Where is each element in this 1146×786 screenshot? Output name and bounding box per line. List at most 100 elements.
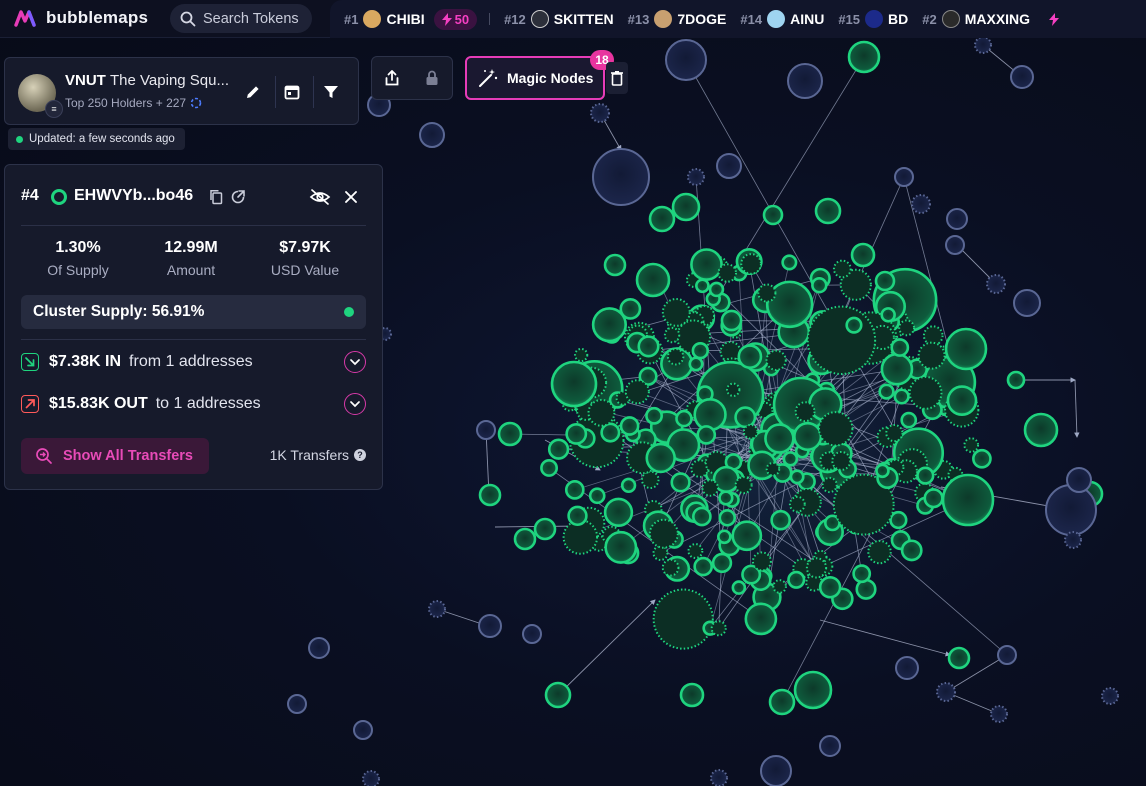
logo[interactable]: bubblemaps <box>14 8 148 28</box>
holder-bubble[interactable] <box>565 422 588 445</box>
holder-bubble[interactable] <box>620 477 637 494</box>
chevron-down-icon[interactable] <box>344 351 366 373</box>
holder-bubble[interactable] <box>742 423 759 440</box>
inactive-holder-bubble[interactable] <box>895 656 919 680</box>
holder-bubble[interactable] <box>922 325 944 346</box>
holder-bubble[interactable] <box>946 385 978 417</box>
edit-button[interactable] <box>235 74 271 110</box>
inactive-holder-bubble[interactable] <box>419 122 445 148</box>
holder-bubble[interactable] <box>781 254 798 271</box>
holder-bubble[interactable] <box>845 316 863 334</box>
ticker-item-maxxing[interactable]: #2 MAXXING <box>922 10 1060 28</box>
holder-bubble[interactable] <box>540 459 559 477</box>
holder-bubble[interactable] <box>900 539 923 562</box>
holder-bubble[interactable] <box>717 263 737 283</box>
holder-bubble[interactable] <box>832 259 852 279</box>
inactive-holder-bubble[interactable] <box>894 167 914 187</box>
holder-bubble[interactable] <box>764 423 795 454</box>
holder-bubble[interactable] <box>972 448 992 469</box>
inactive-holder-bubble[interactable] <box>1010 65 1034 89</box>
holder-bubble[interactable] <box>831 450 852 471</box>
holder-bubble[interactable] <box>696 425 717 445</box>
search-tokens-input[interactable]: Search Tokens <box>170 4 312 33</box>
inactive-holder-bubble[interactable] <box>1064 531 1082 549</box>
holder-bubble[interactable] <box>947 646 971 670</box>
lock-icon[interactable] <box>423 69 441 87</box>
holder-bubble[interactable] <box>720 309 743 332</box>
ticker-item-chibi[interactable]: #1 CHIBI 50 <box>344 8 478 30</box>
inactive-holder-bubble[interactable] <box>911 194 931 214</box>
holder-bubble[interactable] <box>675 409 693 428</box>
holder-bubble[interactable] <box>898 319 916 337</box>
inactive-holder-bubble[interactable] <box>760 755 792 786</box>
filter-button[interactable] <box>313 74 349 110</box>
inactive-holder-bubble[interactable] <box>716 153 742 179</box>
ticker-item-7doge[interactable]: #13 7DOGE <box>628 10 726 28</box>
holder-bubble[interactable] <box>893 388 910 405</box>
inactive-holder-bubble[interactable] <box>287 694 307 714</box>
holder-bubble[interactable] <box>663 326 681 344</box>
holder-bubble[interactable] <box>591 307 628 343</box>
holder-bubble[interactable] <box>666 347 685 366</box>
inactive-holder-bubble[interactable] <box>997 645 1017 665</box>
inactive-holder-bubble[interactable] <box>787 63 823 99</box>
chevron-down-icon[interactable] <box>344 393 366 415</box>
holder-bubble[interactable] <box>889 510 908 530</box>
holder-bubble[interactable] <box>661 558 680 577</box>
holder-bubble[interactable] <box>847 40 881 74</box>
holder-bubble[interactable] <box>693 556 714 577</box>
holder-bubble[interactable] <box>782 451 799 467</box>
holder-bubble[interactable] <box>880 307 896 323</box>
inactive-holder-bubble[interactable] <box>819 735 841 757</box>
holder-bubble[interactable] <box>648 205 676 233</box>
holder-bubble[interactable] <box>770 509 792 531</box>
holder-bubble[interactable] <box>890 338 910 357</box>
holder-bubble[interactable] <box>793 670 833 710</box>
inactive-holder-bubble[interactable] <box>936 682 956 702</box>
holder-bubble[interactable] <box>670 472 691 493</box>
copy-address-button[interactable] <box>206 187 226 207</box>
holder-bubble[interactable] <box>708 281 725 298</box>
holder-bubble[interactable] <box>867 539 892 565</box>
holder-bubble[interactable] <box>478 483 502 507</box>
holder-bubble[interactable] <box>624 379 650 405</box>
holder-bubble[interactable] <box>744 602 778 636</box>
inactive-holder-bubble[interactable] <box>986 274 1006 294</box>
holder-bubble[interactable] <box>806 305 877 375</box>
holder-bubble[interactable] <box>564 480 585 500</box>
ticker-item-bd[interactable]: #15 BD <box>838 10 908 28</box>
holder-bubble[interactable] <box>652 588 714 650</box>
hide-wallet-button[interactable] <box>308 187 332 207</box>
holder-bubble[interactable] <box>731 520 763 552</box>
inactive-holder-bubble[interactable] <box>665 39 707 81</box>
holder-bubble[interactable] <box>789 469 805 485</box>
holder-bubble[interactable] <box>645 406 663 425</box>
inactive-holder-bubble[interactable] <box>478 614 502 638</box>
holder-bubble[interactable] <box>645 442 676 474</box>
holder-bubble[interactable] <box>690 248 723 281</box>
holder-bubble[interactable] <box>944 327 988 371</box>
holder-bubble[interactable] <box>619 416 640 436</box>
inactive-holder-bubble[interactable] <box>476 420 496 440</box>
inactive-holder-bubble[interactable] <box>945 235 965 255</box>
open-explorer-button[interactable] <box>228 187 248 207</box>
holder-bubble[interactable] <box>817 411 854 447</box>
holder-bubble[interactable] <box>710 620 727 637</box>
inactive-holder-bubble[interactable] <box>974 36 992 54</box>
holder-bubble[interactable] <box>588 487 606 505</box>
holder-bubble[interactable] <box>768 688 796 716</box>
holder-bubble[interactable] <box>874 270 896 292</box>
holder-bubble[interactable] <box>661 297 691 327</box>
inactive-holder-bubble[interactable] <box>592 148 650 206</box>
holder-bubble[interactable] <box>603 253 627 277</box>
inactive-holder-bubble[interactable] <box>946 208 968 230</box>
holder-bubble[interactable] <box>850 242 876 268</box>
holder-bubble[interactable] <box>740 253 762 275</box>
holder-bubble[interactable] <box>737 344 763 370</box>
holder-bubble[interactable] <box>544 681 572 709</box>
inactive-holder-bubble[interactable] <box>1101 687 1119 705</box>
ticker-item-ainu[interactable]: #14 AINU <box>740 10 824 28</box>
holder-bubble[interactable] <box>679 682 705 708</box>
holder-bubble[interactable] <box>690 459 709 478</box>
show-all-transfers-button[interactable]: Show All Transfers <box>21 438 209 474</box>
